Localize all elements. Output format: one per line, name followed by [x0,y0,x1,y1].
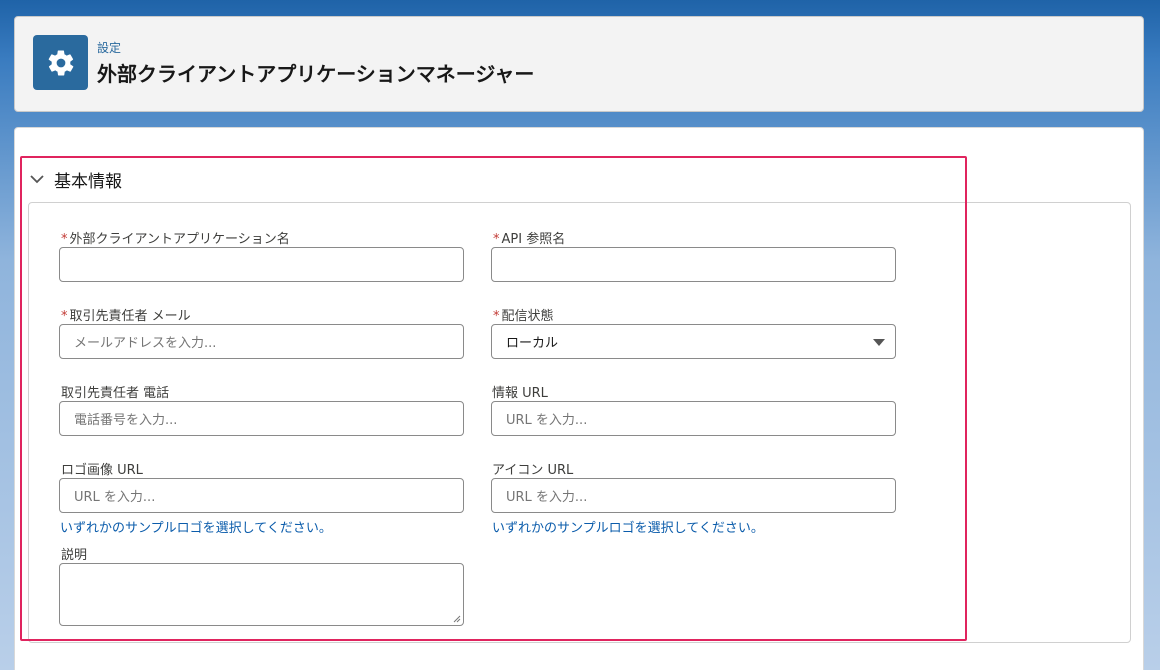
page-header: 設定 外部クライアントアプリケーションマネージャー [14,16,1144,112]
gear-icon [33,35,88,90]
page-title: 外部クライアントアプリケーションマネージャー [97,62,535,86]
breadcrumb: 設定 [97,41,122,55]
highlight-frame [20,156,967,641]
